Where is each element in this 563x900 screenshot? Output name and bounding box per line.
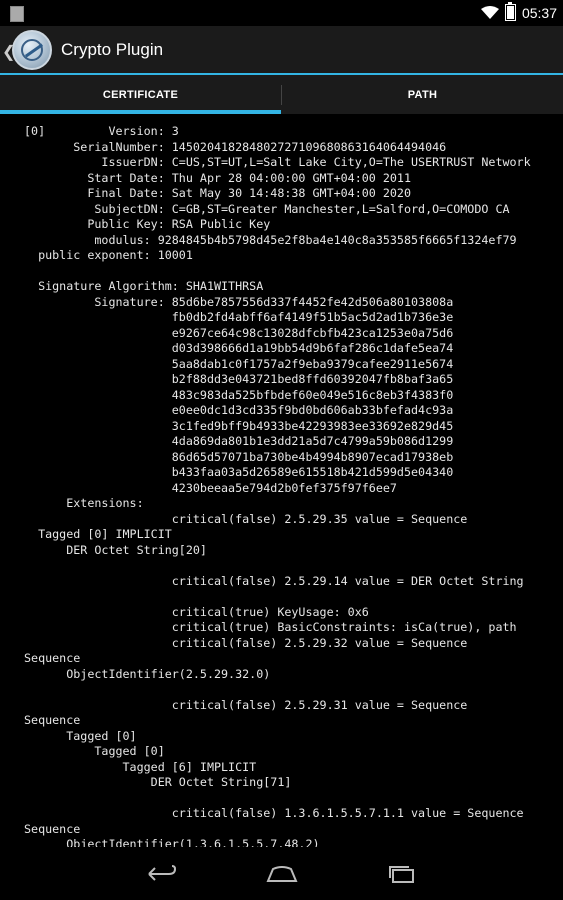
recent-apps-button[interactable] <box>362 847 442 900</box>
navigation-bar <box>0 847 563 900</box>
back-icon <box>148 864 177 881</box>
certificate-text: [0] Version: 3 SerialNumber: 14502041828… <box>24 124 531 847</box>
recent-apps-icon <box>389 865 414 883</box>
certificate-content[interactable]: [0] Version: 3 SerialNumber: 14502041828… <box>0 114 563 847</box>
action-bar: ❮ Crypto Plugin <box>0 26 563 74</box>
tab-path[interactable]: PATH <box>282 75 563 114</box>
notification-icon <box>10 6 24 22</box>
tab-bar: CERTIFICATE PATH <box>0 75 563 114</box>
status-time: 05:37 <box>521 4 557 21</box>
back-button[interactable] <box>122 847 202 900</box>
home-icon <box>266 865 298 882</box>
tab-path-label: PATH <box>407 88 438 101</box>
tab-certificate[interactable]: CERTIFICATE <box>0 75 281 114</box>
status-bar: 05:37 <box>0 0 563 26</box>
app-title: Crypto Plugin <box>61 40 164 59</box>
app-icon[interactable] <box>12 30 52 70</box>
tab-certificate-label: CERTIFICATE <box>102 88 179 101</box>
battery-icon <box>504 2 516 21</box>
wifi-icon <box>480 5 499 19</box>
home-button[interactable] <box>242 847 322 900</box>
